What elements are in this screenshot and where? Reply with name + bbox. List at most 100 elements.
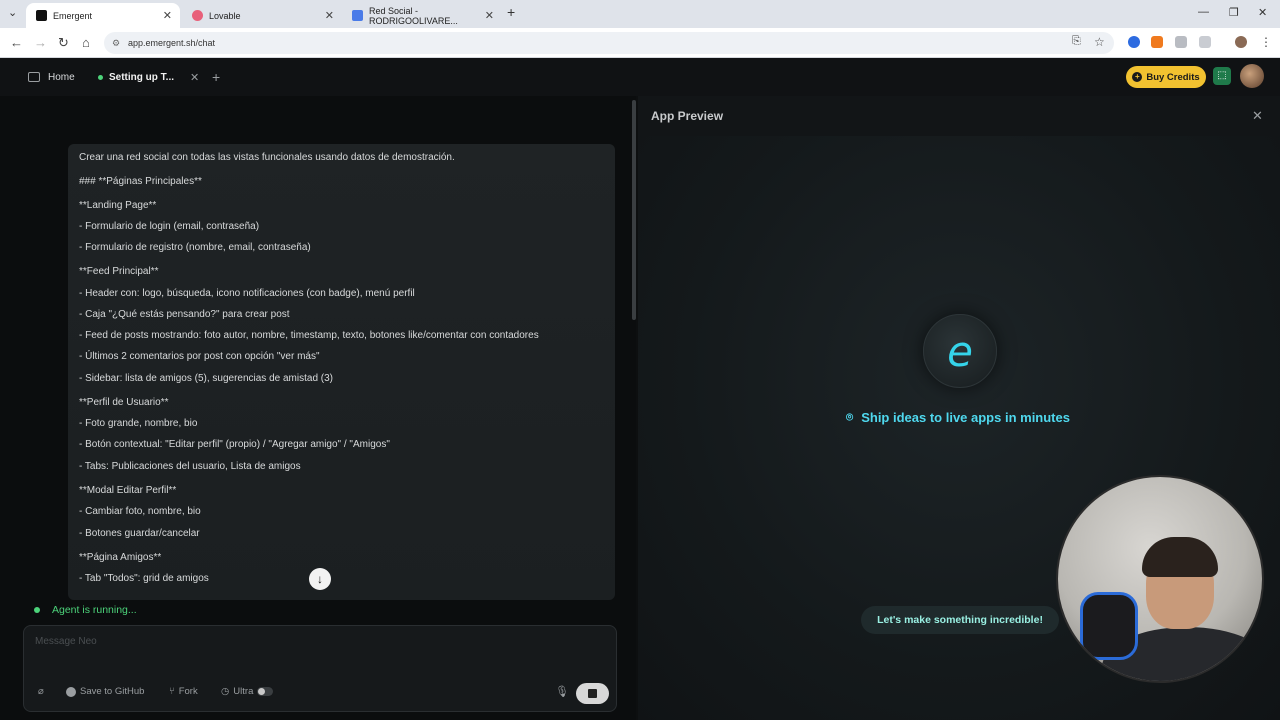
message-line: - Botones guardar/cancelar <box>79 528 200 539</box>
microphone-icon[interactable]: 🎙 <box>555 685 569 698</box>
message-line: - Formulario de login (email, contraseña… <box>79 221 260 232</box>
ultra-toggle[interactable]: ◷ Ultra <box>221 686 274 697</box>
buy-credits-label: Buy Credits <box>1146 71 1200 83</box>
message-line: **Modal Editar Perfil** <box>79 485 177 496</box>
reload-icon[interactable]: ↻ <box>58 35 69 51</box>
browser-tab-label: Red Social - RODRIGOOLIVARE... <box>369 5 458 26</box>
fork-label: Fork <box>178 686 198 697</box>
status-dot-icon <box>34 607 40 613</box>
active-task-tab-label: Setting up T... <box>109 71 174 83</box>
message-line: - Sidebar: lista de amigos (5), sugerenc… <box>79 373 334 384</box>
profile-avatar-icon[interactable] <box>1235 36 1247 48</box>
back-icon[interactable]: ← <box>10 35 23 50</box>
close-tab-icon[interactable]: ✕ <box>190 71 199 84</box>
install-app-icon[interactable]: ⎘ <box>1072 35 1081 48</box>
agent-status-text: Agent is running... <box>52 604 137 616</box>
restore-icon[interactable]: ❐ <box>1229 6 1239 19</box>
message-line: - Botón contextual: "Editar perfil" (pro… <box>79 439 390 450</box>
app-header: Home Setting up T... ✕ + <box>0 58 1280 96</box>
forward-icon[interactable]: → <box>34 35 47 50</box>
home-tab-label: Home <box>48 71 75 83</box>
agent-status: Agent is running... <box>34 604 137 616</box>
save-to-github-label: Save to GitHub <box>80 686 145 697</box>
chat-scrollbar[interactable] <box>632 100 636 320</box>
gift-icon[interactable]: ⬚ <box>1213 67 1231 85</box>
message-line: **Perfil de Usuario** <box>79 397 169 408</box>
extension-icon[interactable] <box>1175 36 1187 48</box>
bookmark-star-icon[interactable]: ☆ <box>1094 35 1105 49</box>
emergent-logo-icon: e <box>923 314 997 388</box>
home-icon[interactable]: ⌂ <box>82 35 90 50</box>
home-tab[interactable]: Home <box>28 66 75 88</box>
preview-tagline-text: Ship ideas to live apps in minutes <box>861 410 1070 425</box>
scroll-to-bottom-icon[interactable]: ↓ <box>309 568 331 590</box>
fork-icon: ⑂ <box>169 686 175 697</box>
active-task-tab[interactable]: Setting up T... ✕ <box>98 66 199 88</box>
close-tab-icon[interactable]: ✕ <box>163 9 172 22</box>
kebab-menu-icon[interactable]: ⋮ <box>1260 35 1272 49</box>
running-dot-icon <box>98 74 103 80</box>
user-avatar[interactable] <box>1240 64 1264 88</box>
minimize-icon[interactable]: — <box>1198 6 1209 18</box>
message-line: ### **Páginas Principales** <box>79 176 202 187</box>
preview-pill: Let's make something incredible! <box>861 606 1059 634</box>
close-window-icon[interactable]: ✕ <box>1258 6 1267 19</box>
lovable-favicon-icon <box>192 10 203 21</box>
webcam-microphone <box>1080 592 1138 660</box>
message-composer[interactable]: Message Neo ⌀ Save to GitHub ⑂ Fork ◷ Ul… <box>23 625 617 712</box>
message-line: - Caja "¿Qué estás pensando?" para crear… <box>79 309 290 320</box>
browser-tab-bar: ⌄ Emergent ✕ Lovable ✕ Red Social - RODR… <box>0 0 1280 28</box>
app-preview-header <box>638 96 1280 136</box>
message-line: Crear una red social con todas las vista… <box>79 152 455 163</box>
save-to-github-button[interactable]: Save to GitHub <box>66 686 144 697</box>
close-tab-icon[interactable]: ✕ <box>485 9 494 22</box>
webcam-overlay <box>1056 475 1264 683</box>
docs-favicon-icon <box>352 10 363 21</box>
browser-tab-label: Lovable <box>209 10 241 21</box>
ultra-icon: ◷ <box>221 686 230 697</box>
message-line: - Tab "Todos": grid de amigos <box>79 573 209 584</box>
ultra-label: Ultra <box>233 686 254 697</box>
browser-tab-emergent[interactable]: Emergent ✕ <box>26 3 180 28</box>
url-input[interactable]: ⚙ app.emergent.sh/chat <box>104 32 1114 54</box>
extension-icon[interactable] <box>1128 36 1140 48</box>
stop-agent-button[interactable] <box>576 683 609 704</box>
message-line: - Cambiar foto, nombre, bio <box>79 506 201 517</box>
url-text: app.emergent.sh/chat <box>128 38 216 48</box>
attach-icon[interactable]: ⌀ <box>38 686 44 697</box>
github-icon <box>66 686 76 697</box>
message-input-placeholder: Message Neo <box>35 636 97 647</box>
location-pin-icon: ⌾ <box>846 410 854 424</box>
message-line: - Feed de posts mostrando: foto autor, n… <box>79 330 539 341</box>
plus-circle-icon: + <box>1132 72 1143 82</box>
message-line: - Formulario de registro (nombre, email,… <box>79 242 311 253</box>
terminal-icon <box>28 72 40 82</box>
message-line: - Últimos 2 comentarios por post con opc… <box>79 351 320 362</box>
message-line: - Tabs: Publicaciones del usuario, Lista… <box>79 461 301 472</box>
close-preview-icon[interactable]: ✕ <box>1252 108 1263 124</box>
user-message-bubble: Crear una red social con todas las vista… <box>68 144 615 600</box>
message-line: - Foto grande, nombre, bio <box>79 418 198 429</box>
preview-tagline: ⌾ Ship ideas to live apps in minutes <box>846 410 1070 425</box>
new-tab-icon[interactable]: + <box>507 4 515 20</box>
fork-button[interactable]: ⑂ Fork <box>169 686 198 697</box>
app-preview-title: App Preview <box>651 109 724 123</box>
webcam-person-hair <box>1142 537 1218 577</box>
address-bar: ← → ↻ ⌂ ⚙ app.emergent.sh/chat ⎘ ☆ ⋮ <box>0 28 1280 58</box>
puzzle-icon[interactable] <box>1199 36 1211 48</box>
tab-list-icon[interactable]: ⌄ <box>8 6 17 19</box>
message-line: - Header con: logo, búsqueda, icono noti… <box>79 288 415 299</box>
new-task-icon[interactable]: + <box>212 66 220 88</box>
extension-icon[interactable] <box>1151 36 1163 48</box>
buy-credits-button[interactable]: + Buy Credits <box>1126 66 1206 88</box>
message-line: **Feed Principal** <box>79 266 159 277</box>
message-line: **Landing Page** <box>79 200 157 211</box>
ultra-switch[interactable] <box>257 687 274 696</box>
message-line: **Página Amigos** <box>79 552 162 563</box>
close-tab-icon[interactable]: ✕ <box>325 9 334 22</box>
browser-tab-red-social[interactable]: Red Social - RODRIGOOLIVARE... ✕ <box>342 3 502 28</box>
emergent-favicon-icon <box>36 10 47 21</box>
site-info-icon[interactable]: ⚙ <box>112 32 120 54</box>
browser-tab-label: Emergent <box>53 10 93 21</box>
browser-tab-lovable[interactable]: Lovable ✕ <box>182 3 342 28</box>
